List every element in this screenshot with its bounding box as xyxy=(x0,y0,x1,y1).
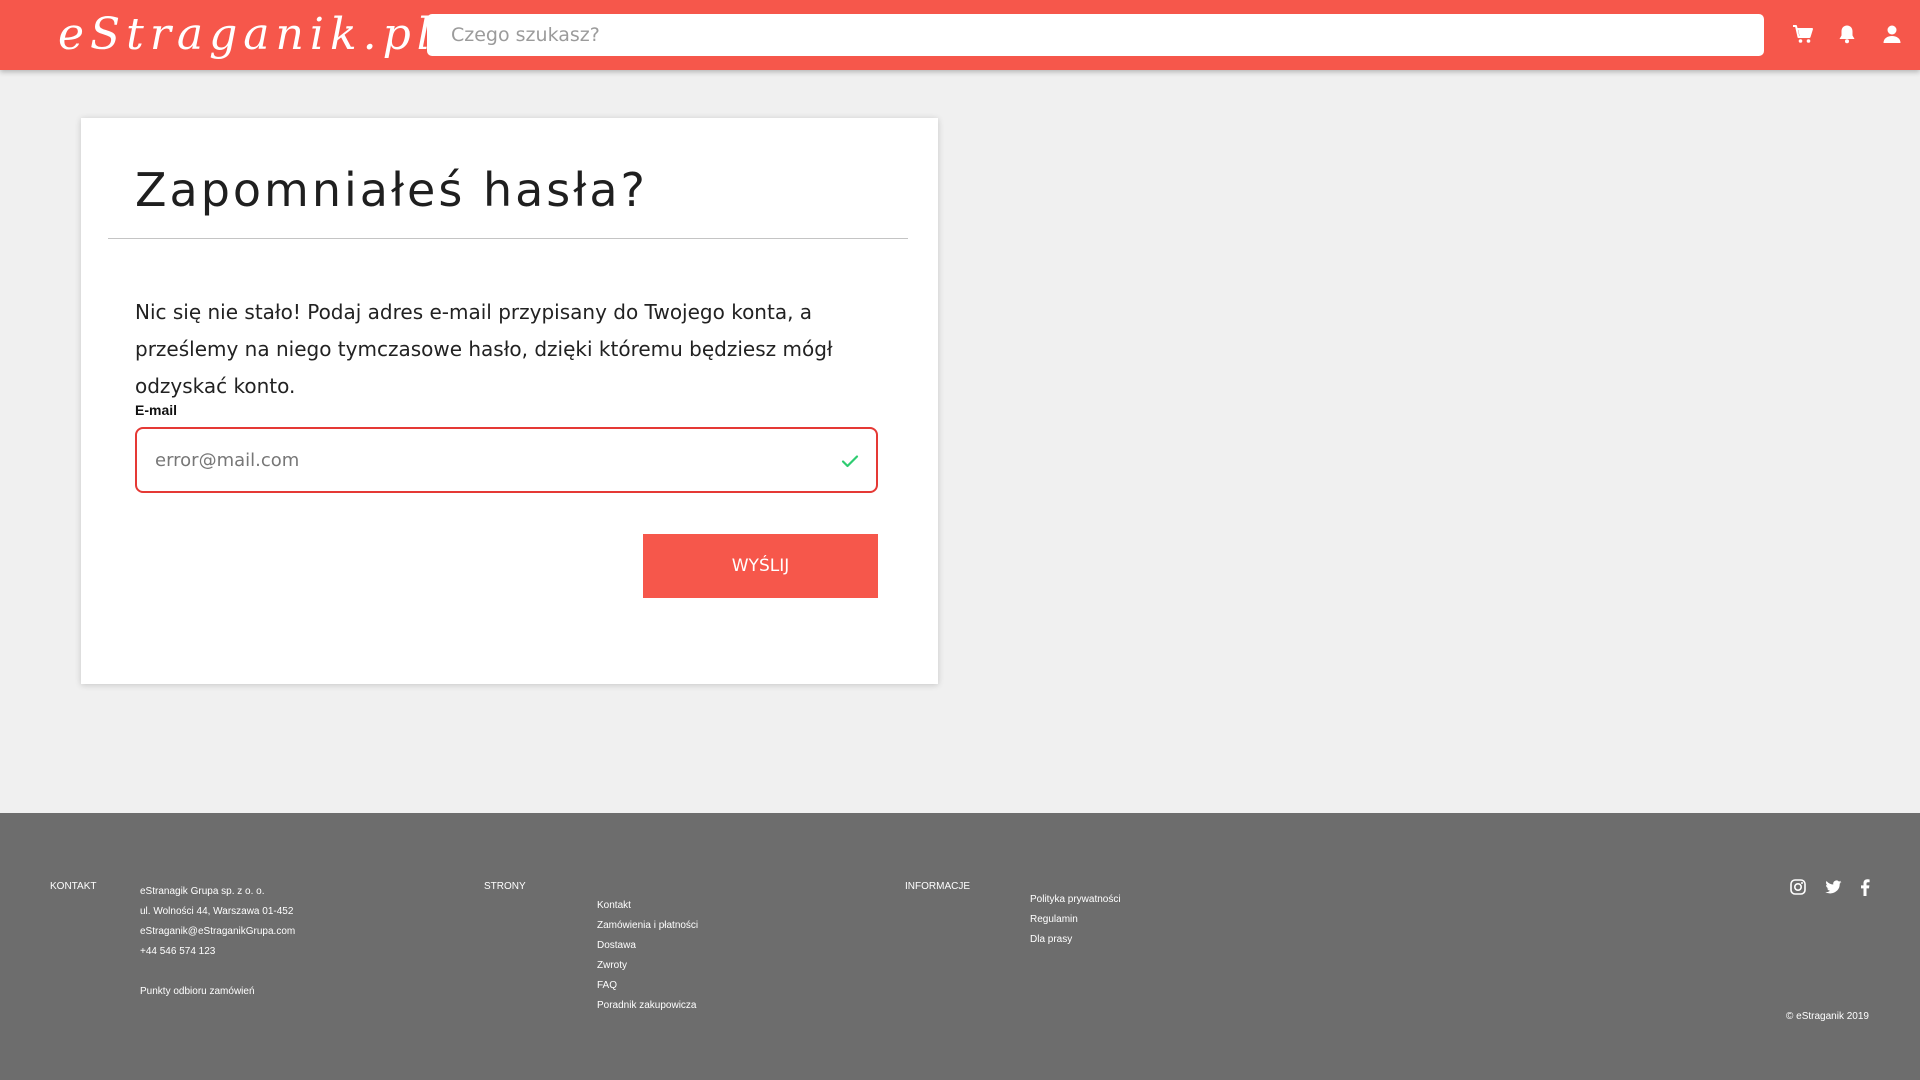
contact-phone: +44 546 574 123 xyxy=(140,946,216,957)
footer-link-press[interactable]: Dla prasy xyxy=(1030,930,1121,950)
faq-link[interactable]: FAQ xyxy=(597,980,617,991)
title-divider xyxy=(108,238,908,239)
footer-link-faq[interactable]: FAQ xyxy=(597,976,698,996)
footer-link-orders[interactable]: Zamówienia i płatności xyxy=(597,916,698,936)
privacy-policy-link[interactable]: Polityka prywatności xyxy=(1030,894,1121,905)
copyright-text: © eStraganik 2019 xyxy=(1786,1011,1869,1022)
footer-link-returns[interactable]: Zwroty xyxy=(597,956,698,976)
contact-spacer xyxy=(140,962,295,982)
contact-email: eStraganik@eStraganikGrupa.com xyxy=(140,926,296,937)
forgot-password-card: Zapomniałeś hasła? Nic się nie stało! Po… xyxy=(81,118,938,684)
delivery-link[interactable]: Dostawa xyxy=(597,940,636,951)
footer-pages-heading: STRONY xyxy=(484,881,526,892)
footer-pages-list: Kontakt Zamówienia i płatności Dostawa Z… xyxy=(597,896,698,1016)
twitter-icon[interactable] xyxy=(1824,878,1842,896)
footer-link-guide[interactable]: Poradnik zakupowicza xyxy=(597,996,698,1016)
cart-icon[interactable] xyxy=(1791,22,1815,46)
footer-link-kontakt[interactable]: Kontakt xyxy=(597,896,698,916)
contact-address: ul. Wolności 44, Warszawa 01-452 xyxy=(140,906,294,917)
top-navbar: eStraganik.pl xyxy=(0,0,1920,70)
bell-icon[interactable] xyxy=(1835,22,1859,46)
terms-link[interactable]: Regulamin xyxy=(1030,914,1078,925)
email-field[interactable] xyxy=(137,429,876,491)
search-input[interactable] xyxy=(427,14,1764,56)
site-logo[interactable]: eStraganik.pl xyxy=(58,6,437,64)
kontakt-link[interactable]: Kontakt xyxy=(597,900,631,911)
page-title: Zapomniałeś hasła? xyxy=(135,163,648,217)
user-icon[interactable] xyxy=(1880,22,1904,46)
returns-link[interactable]: Zwroty xyxy=(597,960,627,971)
instagram-icon[interactable] xyxy=(1789,878,1807,896)
footer-info-list: Polityka prywatności Regulamin Dla prasy xyxy=(1030,890,1121,950)
send-button[interactable]: WYŚLIJ xyxy=(643,534,878,598)
footer-contact-list: eStranagik Grupa sp. z o. o. ul. Wolnośc… xyxy=(140,882,295,1002)
footer-link-privacy[interactable]: Polityka prywatności xyxy=(1030,890,1121,910)
email-field-wrapper xyxy=(135,427,878,493)
footer-link-pickup-points[interactable]: Punkty odbioru zamówień xyxy=(140,982,295,1002)
footer-link-delivery[interactable]: Dostawa xyxy=(597,936,698,956)
check-icon xyxy=(840,451,860,471)
contact-company: eStranagik Grupa sp. z o. o. xyxy=(140,886,265,897)
orders-payments-link[interactable]: Zamówienia i płatności xyxy=(597,920,698,931)
footer-link-terms[interactable]: Regulamin xyxy=(1030,910,1121,930)
facebook-icon[interactable] xyxy=(1856,878,1874,896)
instruction-text: Nic się nie stało! Podaj adres e-mail pr… xyxy=(135,300,833,398)
press-link[interactable]: Dla prasy xyxy=(1030,934,1072,945)
shopping-guide-link[interactable]: Poradnik zakupowicza xyxy=(597,1000,697,1011)
footer-info-heading: INFORMACJE xyxy=(905,881,970,892)
footer-contact-heading: KONTAKT xyxy=(50,881,97,892)
pickup-points-link[interactable]: Punkty odbioru zamówień xyxy=(140,986,255,997)
email-label: E-mail xyxy=(135,402,178,418)
